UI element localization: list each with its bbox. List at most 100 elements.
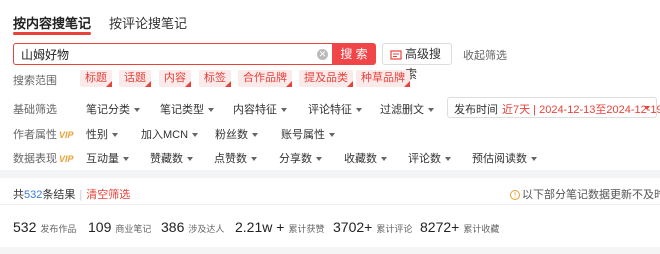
search-input[interactable] <box>21 46 311 62</box>
selected-corner-icon <box>145 81 151 87</box>
chip-label: 种草品牌 <box>361 72 405 84</box>
row-label-text: 数据表现 <box>13 153 57 165</box>
stat-commercial: 109 商业笔记 <box>88 219 151 235</box>
selected-corner-icon <box>106 81 112 87</box>
publish-date-picker[interactable]: 发布时间 近7天 | 2024-12-13至2024-12-19 <box>447 97 660 118</box>
dropdown-label: 预估阅读数 <box>472 153 527 165</box>
scope-chip-content[interactable]: 内容 <box>159 70 191 87</box>
filter-deleted-dropdown[interactable]: 过滤删文 <box>380 101 434 117</box>
scope-chip-tag[interactable]: 标签 <box>199 70 231 87</box>
scope-label: 搜索范围 <box>13 75 57 87</box>
row-label-text: 作者属性 <box>13 129 57 141</box>
result-number: 532 <box>24 189 43 201</box>
result-count: 共532条结果 | 清空筛选 <box>13 186 130 202</box>
stat-value: 532 <box>13 219 37 235</box>
stat-published: 532 发布作品 <box>13 219 76 235</box>
dropdown-label: 过滤删文 <box>380 104 424 116</box>
mcn-dropdown[interactable]: 加入MCN <box>141 126 199 142</box>
tab-label: 按评论搜笔记 <box>109 16 188 31</box>
chip-label: 话题 <box>124 72 146 84</box>
stat-label: 发布作品 <box>40 224 77 234</box>
publish-date-value: 近7天 | 2024-12-13至2024-12-19 <box>502 104 660 116</box>
stat-value: 386 <box>161 219 185 235</box>
chip-label: 标签 <box>204 72 226 84</box>
tab-search-by-content[interactable]: 按内容搜笔记 <box>13 13 92 35</box>
follower-count-dropdown[interactable]: 粉丝数 <box>215 126 258 142</box>
comments-dropdown[interactable]: 评论数 <box>408 150 451 166</box>
publish-date-label: 发布时间 <box>454 104 498 116</box>
dropdown-label: 笔记类型 <box>160 104 204 116</box>
data-performance-label: 数据表现 VIP <box>13 150 74 166</box>
stat-collects: 8272+ 累计收藏 <box>420 219 499 235</box>
chevron-down-icon <box>281 108 287 112</box>
dropdown-label: 点赞数 <box>214 153 247 165</box>
scope-chip-seeding-brand[interactable]: 种草品牌 <box>356 70 410 87</box>
content-feature-dropdown[interactable]: 内容特征 <box>233 101 287 117</box>
chevron-down-icon <box>531 157 537 161</box>
separator: | <box>79 189 83 201</box>
chip-label: 提及品类 <box>304 72 348 84</box>
notice-text: 以下部分笔记数据更新不及时, 互动 <box>522 189 660 201</box>
tab-search-by-comment[interactable]: 按评论搜笔记 <box>109 13 187 32</box>
like-collect-dropdown[interactable]: 赞藏数 <box>150 150 193 166</box>
chevron-down-icon <box>134 108 140 112</box>
dropdown-label: 性别 <box>86 129 108 141</box>
interaction-dropdown[interactable]: 互动量 <box>86 150 129 166</box>
advanced-search-button[interactable]: 高级搜索 <box>382 43 452 81</box>
chevron-down-icon <box>644 106 650 110</box>
tab-label: 按内容搜笔记 <box>13 16 92 31</box>
scope-chip-partner-brand[interactable]: 合作品牌 <box>238 70 292 87</box>
chip-label: 合作品牌 <box>243 72 287 84</box>
search-button[interactable]: 搜 索 <box>332 43 376 65</box>
dropdown-label: 评论数 <box>408 153 441 165</box>
stat-comments: 3702+ 累计评论 <box>333 219 412 235</box>
advanced-search-icon <box>390 47 402 67</box>
note-category-dropdown[interactable]: 笔记分类 <box>86 101 140 117</box>
comment-feature-dropdown[interactable]: 评论特征 <box>308 101 362 117</box>
dropdown-label: 互动量 <box>86 153 119 165</box>
likes-dropdown[interactable]: 点赞数 <box>214 150 257 166</box>
collects-dropdown[interactable]: 收藏数 <box>344 150 387 166</box>
chevron-down-icon <box>192 133 199 137</box>
scope-chip-mentioned-category[interactable]: 提及品类 <box>299 70 353 87</box>
chevron-down-icon <box>251 157 257 161</box>
selected-corner-icon <box>225 81 231 87</box>
active-tab-underline <box>13 32 92 35</box>
vip-badge: VIP <box>59 154 74 164</box>
stat-label: 累计收藏 <box>463 224 500 234</box>
stat-value: 8272+ <box>420 219 460 235</box>
stat-value: 109 <box>88 219 112 235</box>
dropdown-label: 账号属性 <box>281 129 325 141</box>
chevron-down-icon <box>445 157 451 161</box>
selected-corner-icon <box>347 81 353 87</box>
dropdown-label: 加入MCN <box>141 129 189 141</box>
estimated-reads-dropdown[interactable]: 预估阅读数 <box>472 150 537 166</box>
result-prefix: 共 <box>13 189 24 201</box>
info-icon: ! <box>510 190 520 200</box>
result-suffix: 条结果 <box>42 189 76 201</box>
stat-label: 涉及达人 <box>188 224 225 234</box>
scope-chip-title[interactable]: 标题 <box>80 70 112 87</box>
stat-label: 商业笔记 <box>115 224 152 234</box>
chevron-down-icon <box>356 108 362 112</box>
chevron-down-icon <box>112 133 118 137</box>
clear-filters-link[interactable]: 清空筛选 <box>86 189 130 201</box>
gender-dropdown[interactable]: 性别 <box>86 126 118 142</box>
collapse-filters-link[interactable]: 收起筛选 <box>463 47 507 63</box>
dropdown-label: 内容特征 <box>233 104 277 116</box>
clear-input-icon[interactable]: ✕ <box>317 49 328 60</box>
stat-label: 累计获赞 <box>288 224 325 234</box>
dropdown-label: 粉丝数 <box>215 129 248 141</box>
stat-creators: 386 涉及达人 <box>161 219 224 235</box>
dropdown-label: 分享数 <box>279 153 312 165</box>
dropdown-label: 赞藏数 <box>150 153 183 165</box>
shares-dropdown[interactable]: 分享数 <box>279 150 322 166</box>
note-type-dropdown[interactable]: 笔记类型 <box>160 101 214 117</box>
selected-corner-icon <box>404 81 410 87</box>
account-attr-dropdown[interactable]: 账号属性 <box>281 126 335 142</box>
scope-chip-topic[interactable]: 话题 <box>119 70 151 87</box>
divider <box>0 204 660 205</box>
chip-label: 内容 <box>164 72 186 84</box>
chevron-down-icon <box>329 133 335 137</box>
table-header-strip <box>0 247 660 254</box>
